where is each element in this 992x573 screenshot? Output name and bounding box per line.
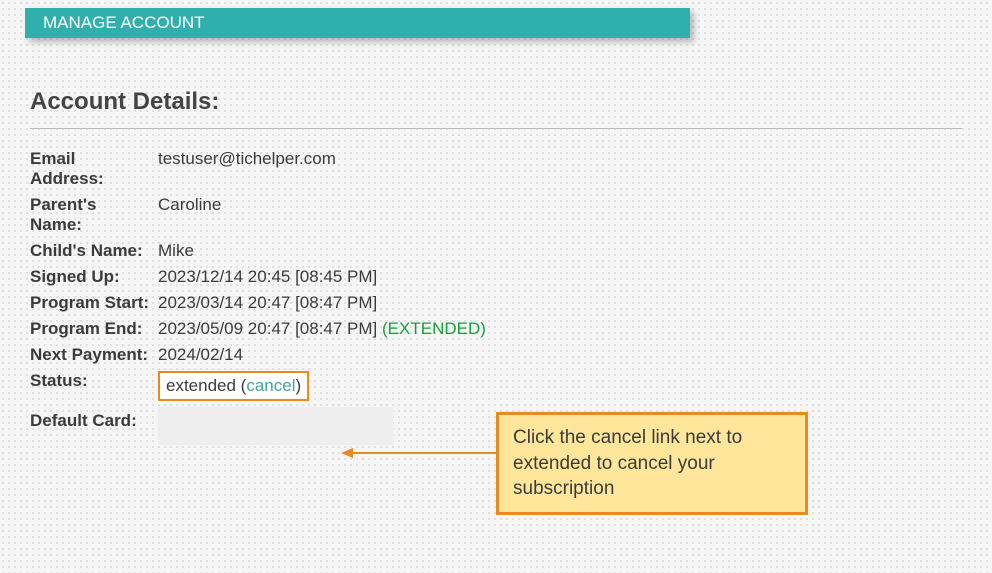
program-end-extended: (EXTENDED) [382,319,486,338]
default-card-label: Default Card: [30,411,158,431]
next-payment-label: Next Payment: [30,345,158,365]
status-suffix: ) [295,376,301,395]
row-signed-up: Signed Up: 2023/12/14 20:45 [08:45 PM] [30,267,962,287]
divider [30,128,962,129]
status-prefix: extended ( [166,376,246,395]
program-end-label: Program End: [30,319,158,339]
program-start-value: 2023/03/14 20:47 [08:47 PM] [158,293,962,313]
row-child: Child's Name: Mike [30,241,962,261]
annotation-callout: Click the cancel link next to extended t… [496,412,808,515]
account-details: Email Address: testuser@tichelper.com Pa… [30,149,962,450]
program-end-value: 2023/05/09 20:47 [08:47 PM] (EXTENDED) [158,319,962,339]
account-details-title: Account Details: [30,88,962,116]
manage-account-header: MANAGE ACCOUNT [25,8,690,38]
email-label: Email Address: [30,149,158,189]
status-highlight: extended (cancel) [158,371,309,401]
child-value: Mike [158,241,962,261]
row-status: Status: extended (cancel) [30,371,962,401]
status-value-wrap: extended (cancel) [158,371,962,401]
row-email: Email Address: testuser@tichelper.com [30,149,962,189]
cancel-link[interactable]: cancel [246,376,295,395]
signed-up-label: Signed Up: [30,267,158,287]
row-program-start: Program Start: 2023/03/14 20:47 [08:47 P… [30,293,962,313]
row-next-payment: Next Payment: 2024/02/14 [30,345,962,365]
row-program-end: Program End: 2023/05/09 20:47 [08:47 PM]… [30,319,962,339]
status-label: Status: [30,371,158,391]
email-value: testuser@tichelper.com [158,149,962,169]
next-payment-value: 2024/02/14 [158,345,962,365]
signed-up-value: 2023/12/14 20:45 [08:45 PM] [158,267,962,287]
parent-label: Parent's Name: [30,195,158,235]
page-container: MANAGE ACCOUNT Account Details: Email Ad… [8,8,984,496]
program-end-date: 2023/05/09 20:47 [08:47 PM] [158,319,382,338]
child-label: Child's Name: [30,241,158,261]
parent-value: Caroline [158,195,962,215]
program-start-label: Program Start: [30,293,158,313]
card-redacted [158,407,393,445]
row-parent: Parent's Name: Caroline [30,195,962,235]
